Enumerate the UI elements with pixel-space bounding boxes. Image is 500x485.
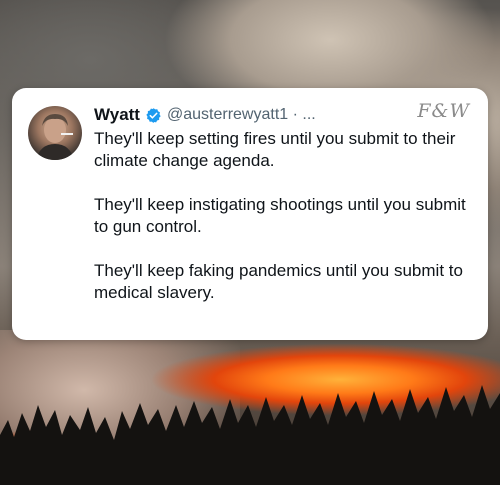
tweet-paragraph: They'll keep setting fires until you sub… [94,129,456,170]
forest-silhouette [0,385,500,485]
author-name[interactable]: Wyatt [94,105,140,125]
verified-badge-icon [146,107,161,123]
tweet-paragraph: They'll keep faking pandemics until you … [94,261,463,302]
tweet-header: Wyatt @austerrewyatt1 · ... [94,104,316,126]
avatar[interactable] [28,106,82,160]
tweet-paragraph: They'll keep instigating shootings until… [94,195,466,236]
avatar-portrait-icon [36,114,74,160]
author-handle[interactable]: @austerrewyatt1 · ... [167,106,316,124]
tweet-card: Wyatt @austerrewyatt1 · ... F&W They'll … [12,88,488,340]
wildfire-background: Wyatt @austerrewyatt1 · ... F&W They'll … [0,0,500,485]
watermark-logo: F&W [417,100,470,122]
tweet-text: They'll keep setting fires until you sub… [94,128,479,304]
